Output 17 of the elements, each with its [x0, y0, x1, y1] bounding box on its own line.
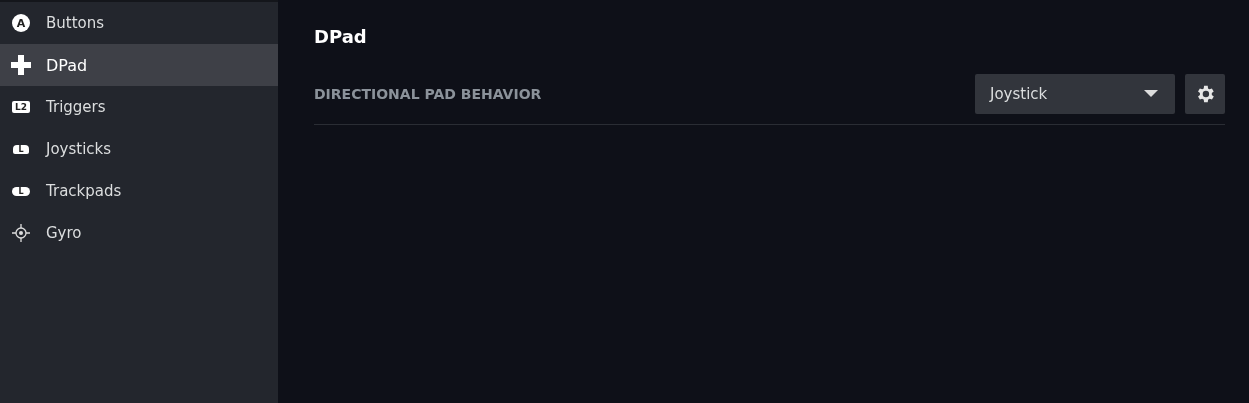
behavior-dropdown[interactable]: Joystick [975, 74, 1175, 114]
plus-icon [10, 54, 32, 76]
trigger-icon: L2 [12, 101, 30, 113]
sidebar-item[interactable]: Gyro [0, 212, 278, 254]
caret-icon [1144, 90, 1158, 98]
sidebar-item[interactable]: L2 Triggers [0, 86, 278, 128]
setting-label: DIRECTIONAL PAD BEHAVIOR [314, 86, 542, 102]
page-title: DPad [314, 26, 368, 49]
sidebar-item[interactable]: DPad [0, 44, 278, 86]
joystick-icon: L [13, 144, 29, 154]
settings-button[interactable] [1185, 74, 1225, 114]
gyro-icon [11, 223, 31, 243]
sidebar-item[interactable]: L Trackpads [0, 170, 278, 212]
trackpad-icon: L [12, 186, 30, 196]
sidebar-item[interactable]: A Buttons [0, 2, 278, 44]
a-button-icon: A [12, 14, 30, 32]
sidebar-item[interactable]: L Joysticks [0, 128, 278, 170]
